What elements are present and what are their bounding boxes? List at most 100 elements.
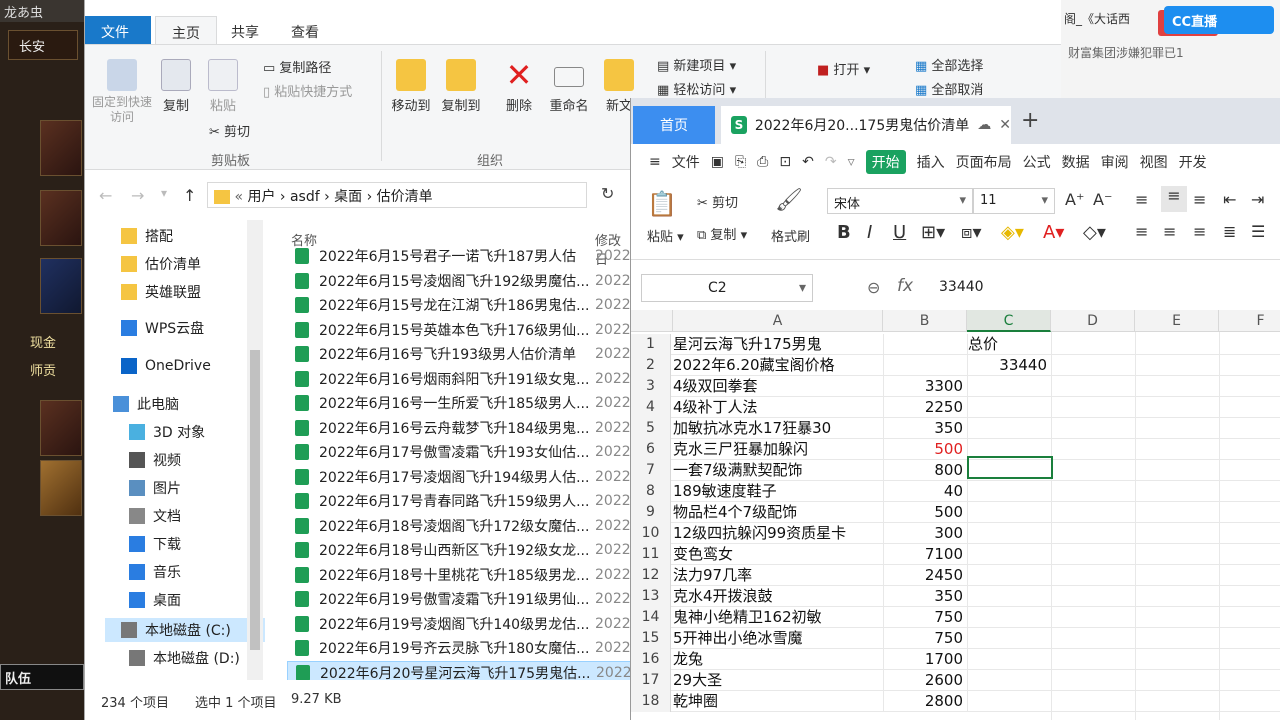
align-bottom-icon[interactable]: ≡ — [1193, 190, 1206, 209]
cell-b[interactable]: 7100 — [883, 544, 965, 565]
cell-b[interactable]: 40 — [883, 481, 965, 502]
fx-icon[interactable]: fx — [897, 276, 913, 296]
cell-a[interactable]: 龙兔 — [673, 649, 883, 670]
row-header[interactable]: 14 — [631, 607, 671, 628]
browser-news-text[interactable]: 财富集团涉嫌犯罪已1 — [1068, 44, 1184, 61]
cell-b[interactable]: 800 — [883, 460, 965, 481]
close-icon[interactable]: ✕ — [999, 117, 1011, 133]
border-icon[interactable]: ⊞▾ — [921, 222, 945, 243]
zoom-icon[interactable]: ⊖ — [867, 278, 880, 297]
corner-select-all[interactable] — [631, 310, 673, 332]
format-painter-icon[interactable]: 🖌 — [775, 188, 803, 213]
wps-home-tab[interactable]: 首页 — [633, 106, 715, 144]
forward-arrow-icon[interactable]: → — [131, 186, 144, 205]
align-center-icon[interactable]: ≡ — [1163, 222, 1176, 241]
nav-item[interactable]: WPS云盘 — [121, 316, 204, 340]
column-header-d[interactable]: D — [1051, 310, 1135, 332]
nav-item[interactable]: 下载 — [129, 532, 181, 556]
distribute-icon[interactable]: ☰ — [1251, 222, 1265, 241]
file-row[interactable]: 2022年6月15号英雄本色飞升176级男仙... 2022/ — [287, 318, 631, 342]
row-header[interactable]: 2 — [631, 355, 671, 376]
cell-c[interactable]: 33440 — [967, 355, 1051, 376]
tab-file[interactable]: 文件 — [85, 16, 151, 44]
breadcrumb-item[interactable]: 用户 — [247, 189, 275, 205]
nav-item[interactable]: OneDrive — [121, 354, 211, 378]
cell-a[interactable]: 克水4开拨浪鼓 — [673, 586, 883, 607]
row-header[interactable]: 12 — [631, 565, 671, 586]
menu-start[interactable]: 开始 — [865, 150, 906, 174]
menu-data[interactable]: 数据 — [1062, 152, 1090, 172]
increase-font-icon[interactable]: A⁺ — [1065, 190, 1084, 209]
move-to-button[interactable]: 移动到 — [387, 59, 435, 114]
cell-b[interactable]: 500 — [883, 502, 965, 523]
new-tab-plus-icon[interactable]: + — [1021, 108, 1039, 133]
formula-input[interactable]: 33440 — [927, 274, 1277, 302]
column-header-a[interactable]: A — [673, 310, 883, 332]
nav-item[interactable]: 文档 — [129, 504, 181, 528]
cell-a[interactable]: 物品栏4个7级配饰 — [673, 502, 883, 523]
game-item-slot[interactable] — [40, 258, 82, 314]
file-row[interactable]: 2022年6月17号傲雪凌霜飞升193女仙估... 2022/ — [287, 440, 631, 464]
file-row[interactable]: 2022年6月16号云舟载梦飞升184级男鬼... 2022/ — [287, 416, 631, 440]
file-row[interactable]: 2022年6月16号烟雨斜阳飞升191级女鬼... 2022/ — [287, 367, 631, 391]
cell-c[interactable] — [967, 502, 1051, 523]
cell-c[interactable] — [967, 481, 1051, 502]
eraser-icon[interactable]: ◇▾ — [1083, 222, 1106, 243]
save-icon[interactable]: ▣ — [711, 154, 724, 170]
select-all-button[interactable]: ▦ 全部选择 — [915, 55, 983, 74]
cell-b[interactable]: 2800 — [883, 691, 965, 712]
row-header[interactable]: 16 — [631, 649, 671, 670]
wps-document-tab[interactable]: S 2022年6月20...175男鬼估价清单 ☁ ✕ — [721, 106, 1011, 144]
nav-item[interactable]: 图片 — [129, 476, 181, 500]
fill-color-icon[interactable]: ◈▾ — [1001, 222, 1024, 243]
print-icon[interactable]: ⎙ — [757, 154, 768, 170]
game-item-slot[interactable] — [40, 460, 82, 516]
pin-quick-access-button[interactable]: 固定到快速访问 — [91, 59, 153, 125]
rename-button[interactable]: 重命名 — [545, 59, 593, 114]
open-button[interactable]: ■ 打开 ▾ — [817, 59, 870, 78]
row-header[interactable]: 6 — [631, 439, 671, 460]
align-left-icon[interactable]: ≡ — [1135, 222, 1148, 241]
italic-icon[interactable]: I — [867, 222, 872, 243]
copy-button[interactable]: ⧉ 复制 ▾ — [697, 224, 747, 243]
file-row[interactable]: 2022年6月19号傲雪凌霜飞升191级男仙... 2022/ — [287, 587, 631, 611]
preview-icon[interactable]: ⊡ — [779, 154, 791, 170]
file-row[interactable]: 2022年6月18号山西新区飞升192级女龙... 2022/ — [287, 538, 631, 562]
cell-c[interactable] — [967, 691, 1051, 712]
cell-a[interactable]: 29大圣 — [673, 670, 883, 691]
row-header[interactable]: 11 — [631, 544, 671, 565]
copy-to-button[interactable]: 复制到 — [437, 59, 485, 114]
menu-file[interactable]: 文件 — [672, 152, 700, 172]
cc-live-badge[interactable]: CC直播 — [1164, 6, 1274, 34]
cell-a[interactable]: 加敏抗冰克水17狂暴30 — [673, 418, 883, 439]
cell-b[interactable] — [883, 355, 965, 376]
file-row[interactable]: 2022年6月17号青春同路飞升159级男人... 2022/ — [287, 489, 631, 513]
cell-b[interactable]: 300 — [883, 523, 965, 544]
column-header-e[interactable]: E — [1135, 310, 1219, 332]
tab-view[interactable]: 查看 — [275, 16, 335, 44]
cell-a[interactable]: 法力97几率 — [673, 565, 883, 586]
font-name-select[interactable]: 宋体 ▾ — [827, 188, 973, 214]
tab-share[interactable]: 共享 — [215, 16, 275, 44]
align-middle-icon[interactable]: ≡ — [1161, 186, 1187, 212]
cell-a[interactable]: 4级双回拳套 — [673, 376, 883, 397]
cell-a[interactable]: 克水三尸狂暴加躲闪 — [673, 439, 883, 460]
file-row[interactable]: 2022年6月16号一生所爱飞升185级男人... 2022/ — [287, 391, 631, 415]
row-header[interactable]: 13 — [631, 586, 671, 607]
nav-scrollbar[interactable] — [247, 220, 263, 680]
back-arrow-icon[interactable]: ← — [99, 186, 112, 205]
cell-b[interactable]: 350 — [883, 418, 965, 439]
breadcrumb-item[interactable]: 估价清单 — [377, 189, 433, 205]
align-right-icon[interactable]: ≡ — [1193, 222, 1206, 241]
deselect-all-button[interactable]: ▦ 全部取消 — [915, 79, 983, 98]
paste-button[interactable]: 粘贴 — [205, 59, 241, 114]
redo-icon[interactable]: ↷ — [825, 154, 837, 170]
cell-b[interactable]: 2450 — [883, 565, 965, 586]
cell-c[interactable] — [967, 397, 1051, 418]
copy-path-button[interactable]: ▭ 复制路径 — [263, 57, 331, 76]
history-chevron-icon[interactable]: ▾ — [161, 186, 167, 200]
row-header[interactable]: 7 — [631, 460, 671, 481]
cell-c[interactable] — [967, 565, 1051, 586]
cell-a[interactable]: 189敏速度鞋子 — [673, 481, 883, 502]
cell-b[interactable]: 750 — [883, 628, 965, 649]
